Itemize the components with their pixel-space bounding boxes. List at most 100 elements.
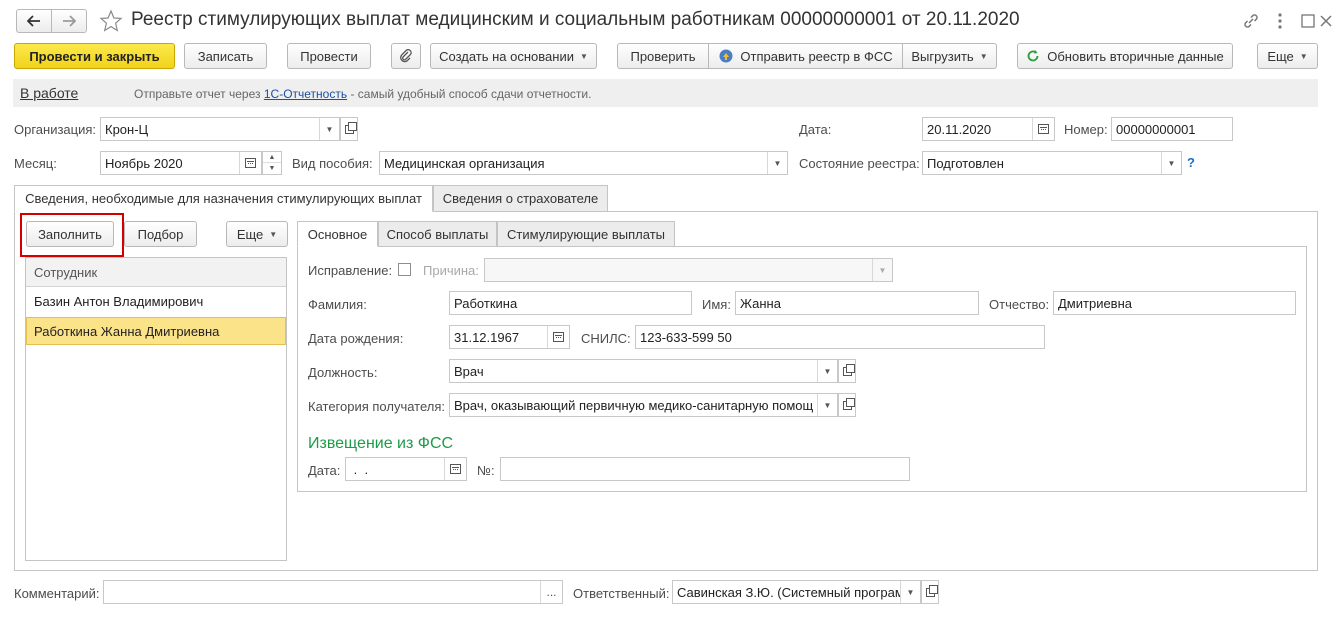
reporting-link[interactable]: 1С-Отчетность bbox=[264, 87, 347, 101]
info-text-before: Отправьте отчет через bbox=[134, 87, 261, 101]
post-button[interactable]: Провести bbox=[287, 43, 371, 69]
surname-field[interactable]: Работкина bbox=[449, 291, 692, 315]
month-label: Месяц: bbox=[14, 156, 57, 171]
notice-no-field[interactable] bbox=[500, 457, 910, 481]
category-field[interactable]: Врач, оказывающий первичную медико-санит… bbox=[449, 393, 838, 417]
back-button[interactable] bbox=[16, 9, 52, 33]
responsible-field[interactable]: Савинская З.Ю. (Системный програм ▼ bbox=[672, 580, 921, 604]
tab-payment-method[interactable]: Способ выплаты bbox=[378, 221, 497, 247]
spin-down-icon[interactable]: ▼ bbox=[263, 163, 281, 174]
chevron-down-icon[interactable]: ▼ bbox=[1161, 152, 1181, 174]
export-button[interactable]: Выгрузить ▼ bbox=[902, 43, 997, 69]
table-row[interactable]: Базин Антон Владимирович bbox=[26, 287, 286, 317]
month-field[interactable]: Ноябрь 2020 bbox=[100, 151, 262, 175]
calendar-icon[interactable] bbox=[444, 458, 466, 480]
more-label: Еще bbox=[1267, 48, 1294, 64]
position-label: Должность: bbox=[308, 365, 378, 380]
tab-insurer-info[interactable]: Сведения о страхователе bbox=[433, 185, 608, 212]
position-field[interactable]: Врач ▼ bbox=[449, 359, 838, 383]
name-field[interactable]: Жанна bbox=[735, 291, 979, 315]
help-icon[interactable]: ? bbox=[1187, 155, 1195, 170]
chevron-down-icon[interactable]: ▼ bbox=[319, 118, 339, 140]
snils-label: СНИЛС: bbox=[581, 331, 631, 346]
org-field[interactable]: Крон-Ц ▼ bbox=[100, 117, 340, 141]
send-fss-label: Отправить реестр в ФСС bbox=[740, 48, 893, 64]
notice-date-label: Дата: bbox=[308, 463, 341, 478]
send-fss-button[interactable]: Отправить реестр в ФСС bbox=[708, 43, 903, 69]
category-label: Категория получателя: bbox=[308, 399, 446, 414]
snils-field[interactable]: 123-633-599 50 bbox=[635, 325, 1045, 349]
employee-name: Базин Антон Владимирович bbox=[34, 294, 204, 309]
refresh-secondary-button[interactable]: Обновить вторичные данные bbox=[1017, 43, 1233, 69]
create-based-on-button[interactable]: Создать на основании ▼ bbox=[430, 43, 597, 69]
post-and-close-button[interactable]: Провести и закрыть bbox=[14, 43, 175, 69]
notice-title: Извещение из ФСС bbox=[308, 435, 454, 452]
number-value: 00000000001 bbox=[1116, 121, 1196, 137]
open-icon[interactable] bbox=[340, 117, 358, 141]
more-vertical-icon[interactable] bbox=[1270, 11, 1290, 31]
spin-up-icon[interactable]: ▲ bbox=[263, 152, 281, 163]
info-text-after: - самый удобный способ сдачи отчетности. bbox=[347, 87, 592, 101]
notice-no-label: №: bbox=[477, 463, 495, 478]
chevron-down-icon[interactable]: ▼ bbox=[817, 360, 837, 382]
more-button[interactable]: Еще ▼ bbox=[1257, 43, 1318, 69]
close-icon[interactable] bbox=[1316, 11, 1336, 31]
chevron-down-icon[interactable]: ▼ bbox=[817, 394, 837, 416]
date-field[interactable]: 20.11.2020 bbox=[922, 117, 1055, 141]
left-more-label: Еще bbox=[236, 226, 264, 242]
table-row-selected[interactable]: Работкина Жанна Дмитриевна bbox=[26, 317, 286, 345]
reason-label: Причина: bbox=[423, 263, 479, 278]
snils-value: 123-633-599 50 bbox=[640, 329, 732, 345]
tab-main[interactable]: Основное bbox=[297, 221, 378, 247]
chevron-down-icon: ▼ bbox=[269, 229, 278, 239]
month-spinner[interactable]: ▲ ▼ bbox=[262, 151, 282, 175]
calendar-icon[interactable] bbox=[1032, 118, 1054, 140]
position-value: Врач bbox=[454, 363, 484, 379]
state-field[interactable]: Подготовлен ▼ bbox=[922, 151, 1182, 175]
correction-checkbox[interactable] bbox=[398, 263, 411, 276]
check-button[interactable]: Проверить bbox=[617, 43, 709, 69]
comment-expand-button[interactable]: ... bbox=[540, 581, 562, 603]
name-value: Жанна bbox=[740, 295, 781, 311]
employee-table: Сотрудник Базин Антон Владимирович Работ… bbox=[25, 257, 287, 561]
number-field[interactable]: 00000000001 bbox=[1111, 117, 1233, 141]
status-link[interactable]: В работе bbox=[20, 85, 78, 101]
notice-date-field[interactable]: . . bbox=[345, 457, 467, 481]
employee-column-header[interactable]: Сотрудник bbox=[26, 258, 286, 287]
chevron-down-icon[interactable]: ▼ bbox=[900, 581, 920, 603]
patronymic-field[interactable]: Дмитриевна bbox=[1053, 291, 1296, 315]
export-label: Выгрузить bbox=[911, 48, 974, 64]
chevron-down-icon: ▼ bbox=[872, 259, 892, 281]
favorite-star-icon[interactable] bbox=[98, 8, 124, 34]
reason-field: ▼ bbox=[484, 258, 893, 282]
benefit-label: Вид пособия: bbox=[292, 156, 373, 171]
left-more-button[interactable]: Еще ▼ bbox=[226, 221, 288, 247]
surname-label: Фамилия: bbox=[308, 297, 367, 312]
employee-name: Работкина Жанна Дмитриевна bbox=[34, 324, 220, 339]
org-label: Организация: bbox=[14, 122, 97, 137]
benefit-field[interactable]: Медицинская организация ▼ bbox=[379, 151, 788, 175]
fill-button[interactable]: Заполнить bbox=[26, 221, 114, 247]
chevron-down-icon: ▼ bbox=[579, 51, 588, 61]
comment-field[interactable]: ... bbox=[103, 580, 563, 604]
open-icon[interactable] bbox=[838, 393, 856, 417]
maximize-icon[interactable] bbox=[1298, 11, 1318, 31]
comment-label: Комментарий: bbox=[14, 586, 100, 601]
calendar-icon[interactable] bbox=[547, 326, 569, 348]
birth-field[interactable]: 31.12.1967 bbox=[449, 325, 570, 349]
patronymic-label: Отчество: bbox=[989, 297, 1050, 312]
state-label: Состояние реестра: bbox=[799, 156, 920, 171]
save-button[interactable]: Записать bbox=[184, 43, 267, 69]
org-value: Крон-Ц bbox=[105, 121, 149, 137]
open-icon[interactable] bbox=[838, 359, 856, 383]
forward-button[interactable] bbox=[51, 9, 87, 33]
tab-assignment-info[interactable]: Сведения, необходимые для назначения сти… bbox=[14, 185, 433, 212]
chevron-down-icon[interactable]: ▼ bbox=[767, 152, 787, 174]
select-button[interactable]: Подбор bbox=[124, 221, 197, 247]
link-icon[interactable] bbox=[1241, 11, 1261, 31]
arrow-left-icon bbox=[27, 15, 40, 27]
open-icon[interactable] bbox=[921, 580, 939, 604]
tab-incentive-payments[interactable]: Стимулирующие выплаты bbox=[497, 221, 675, 247]
attach-button[interactable] bbox=[391, 43, 421, 69]
calendar-icon[interactable] bbox=[239, 152, 261, 174]
